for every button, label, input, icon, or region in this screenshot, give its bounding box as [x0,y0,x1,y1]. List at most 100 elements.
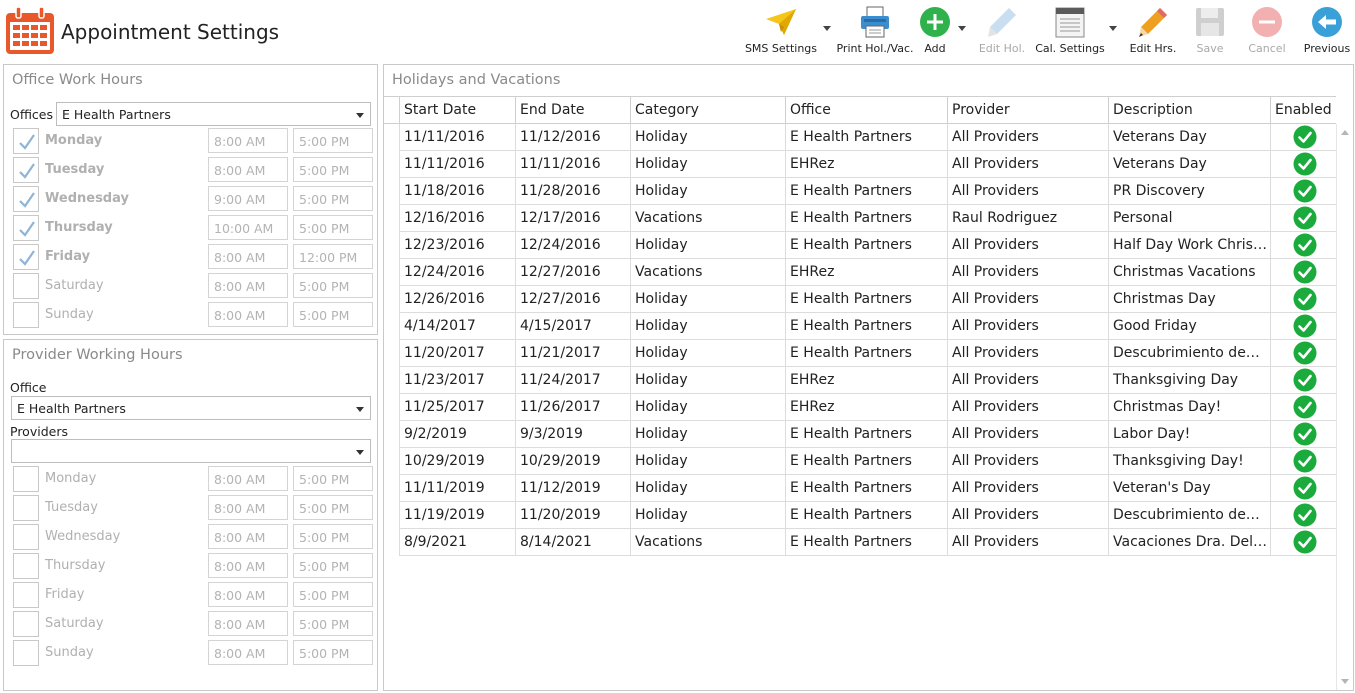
column-header-category[interactable]: Category [630,97,785,124]
table-row[interactable]: 11/18/2016 11/28/2016 Holiday E Health Part… [399,178,1336,205]
table-row[interactable]: 4/14/2017 4/15/2017 Holiday E Health Partne… [399,313,1336,340]
table-cell-office: EHRez [785,367,947,393]
office-day-checkbox[interactable] [13,186,39,212]
paper-plane-icon [766,9,796,35]
table-row[interactable]: 11/19/2019 11/20/2019 Holiday E Health Part… [399,502,1336,529]
provider-end-time-input[interactable]: 5:00 PM [293,582,373,607]
office-start-time-input[interactable]: 8:00 AM [208,244,288,269]
office-start-time-input[interactable]: 8:00 AM [208,128,288,153]
add-button[interactable]: Add [915,4,955,60]
page-title: Appointment Settings [61,20,280,44]
office-start-time-input[interactable]: 8:00 AM [208,273,288,298]
provider-day-checkbox[interactable] [13,495,39,521]
office-end-time-input[interactable]: 5:00 PM [293,302,373,327]
save-button[interactable]: Save [1188,4,1232,60]
table-row[interactable]: 11/11/2016 11/11/2016 Holiday EHRez All Prov… [399,151,1336,178]
table-cell-description: Descubrimiento de… [1108,502,1270,528]
provider-day-checkbox[interactable] [13,524,39,550]
provider-end-time-input[interactable]: 5:00 PM [293,524,373,549]
column-header-description[interactable]: Description [1108,97,1270,124]
column-header-enabled[interactable]: Enabled [1270,97,1336,124]
add-dropdown-icon[interactable] [958,26,966,32]
table-row[interactable]: 11/20/2017 11/21/2017 Holiday E Health Part… [399,340,1336,367]
table-row[interactable]: 10/29/2019 10/29/2019 Holiday E Health Part… [399,448,1336,475]
office-day-checkbox[interactable] [13,244,39,270]
office-day-checkbox[interactable] [13,215,39,241]
table-row[interactable]: 11/25/2017 11/26/2017 Holiday EHRez All Prov… [399,394,1336,421]
table-cell-office: E Health Partners [785,448,947,474]
office-day-checkbox[interactable] [13,157,39,183]
sms-settings-dropdown-icon[interactable] [823,26,831,32]
provider-end-time-input[interactable]: 5:00 PM [293,466,373,491]
office-end-time-input[interactable]: 5:00 PM [293,273,373,298]
table-row[interactable]: 8/9/2021 8/14/2021 Vacations E Health Partn… [399,529,1336,556]
provider-day-checkbox[interactable] [13,611,39,637]
print-holidays-button[interactable]: Print Hol./Vac. [835,4,915,60]
cancel-button[interactable]: Cancel [1243,4,1291,60]
provider-start-time-input[interactable]: 8:00 AM [208,640,288,665]
office-day-label: Monday [45,133,103,148]
calendar-settings-dropdown-icon[interactable] [1109,26,1117,32]
office-end-time-input[interactable]: 5:00 PM [293,128,373,153]
table-cell-category: Vacations [630,259,785,285]
provider-day-checkbox[interactable] [13,640,39,666]
office-start-time-input[interactable]: 9:00 AM [208,186,288,211]
sms-settings-button[interactable]: SMS Settings [741,4,821,60]
offices-select[interactable]: E Health Partners [56,102,371,126]
table-cell-provider: All Providers [947,421,1108,447]
office-day-checkbox[interactable] [13,128,39,154]
provider-start-time-input[interactable]: 8:00 AM [208,466,288,491]
column-header-provider[interactable]: Provider [947,97,1108,124]
column-header-office[interactable]: Office [785,97,947,124]
column-header-end-date[interactable]: End Date [515,97,630,124]
office-end-time-input[interactable]: 5:00 PM [293,215,373,240]
office-end-time-input[interactable]: 5:00 PM [293,186,373,211]
table-cell-office: E Health Partners [785,286,947,312]
table-cell-description: Vacaciones Dra. Del… [1108,529,1270,555]
table-row[interactable]: 12/16/2016 12/17/2016 Vacations E Health Pa… [399,205,1336,232]
provider-start-time-input[interactable]: 8:00 AM [208,553,288,578]
provider-day-checkbox[interactable] [13,553,39,579]
office-end-time-input[interactable]: 5:00 PM [293,157,373,182]
provider-day-checkbox[interactable] [13,582,39,608]
table-row[interactable]: 12/23/2016 12/24/2016 Holiday E Health Part… [399,232,1336,259]
office-day-checkbox[interactable] [13,302,39,328]
checkmark-icon [19,250,35,266]
office-start-time-input[interactable]: 8:00 AM [208,302,288,327]
provider-end-time-input[interactable]: 5:00 PM [293,640,373,665]
provider-start-time-input[interactable]: 8:00 AM [208,611,288,636]
office-day-checkbox[interactable] [13,273,39,299]
table-row[interactable]: 9/2/2019 9/3/2019 Holiday E Health Partners… [399,421,1336,448]
office-start-time-input[interactable]: 8:00 AM [208,157,288,182]
calendar-settings-button[interactable]: Cal. Settings [1030,4,1110,60]
provider-office-select[interactable]: E Health Partners [11,396,371,420]
edit-hours-button[interactable]: Edit Hrs. [1126,4,1180,60]
providers-select[interactable] [11,439,371,463]
scroll-up-icon[interactable] [1341,130,1349,135]
scroll-down-icon[interactable] [1341,679,1349,684]
table-row[interactable]: 11/23/2017 11/24/2017 Holiday EHRez All Prov… [399,367,1336,394]
provider-start-time-input[interactable]: 8:00 AM [208,524,288,549]
column-header-start-date[interactable]: Start Date [399,97,515,124]
provider-day-checkbox[interactable] [13,466,39,492]
edit-holiday-button[interactable]: Edit Hol. [975,4,1029,60]
table-cell-end-date: 10/29/2019 [515,448,630,474]
table-row[interactable]: 12/24/2016 12/27/2016 Vacations EHRez All Pr… [399,259,1336,286]
previous-button[interactable]: Previous [1300,4,1354,60]
provider-start-time-input[interactable]: 8:00 AM [208,495,288,520]
office-end-time-input[interactable]: 12:00 PM [293,244,373,269]
provider-end-time-input[interactable]: 5:00 PM [293,611,373,636]
table-cell-end-date: 4/15/2017 [515,313,630,339]
table-row[interactable]: 12/26/2016 12/27/2016 Holiday E Health Part… [399,286,1336,313]
office-day-label: Friday [45,249,91,264]
table-cell-end-date: 9/3/2019 [515,421,630,447]
provider-end-time-input[interactable]: 5:00 PM [293,553,373,578]
provider-start-time-input[interactable]: 8:00 AM [208,582,288,607]
table-row[interactable]: 11/11/2016 11/12/2016 Holiday E Health Part… [399,124,1336,151]
vertical-scrollbar[interactable] [1336,124,1353,690]
table-cell-office: E Health Partners [785,313,947,339]
table-cell-start-date: 11/23/2017 [399,367,515,393]
office-start-time-input[interactable]: 10:00 AM [208,215,288,240]
provider-end-time-input[interactable]: 5:00 PM [293,495,373,520]
table-row[interactable]: 11/11/2019 11/12/2019 Holiday E Health Part… [399,475,1336,502]
